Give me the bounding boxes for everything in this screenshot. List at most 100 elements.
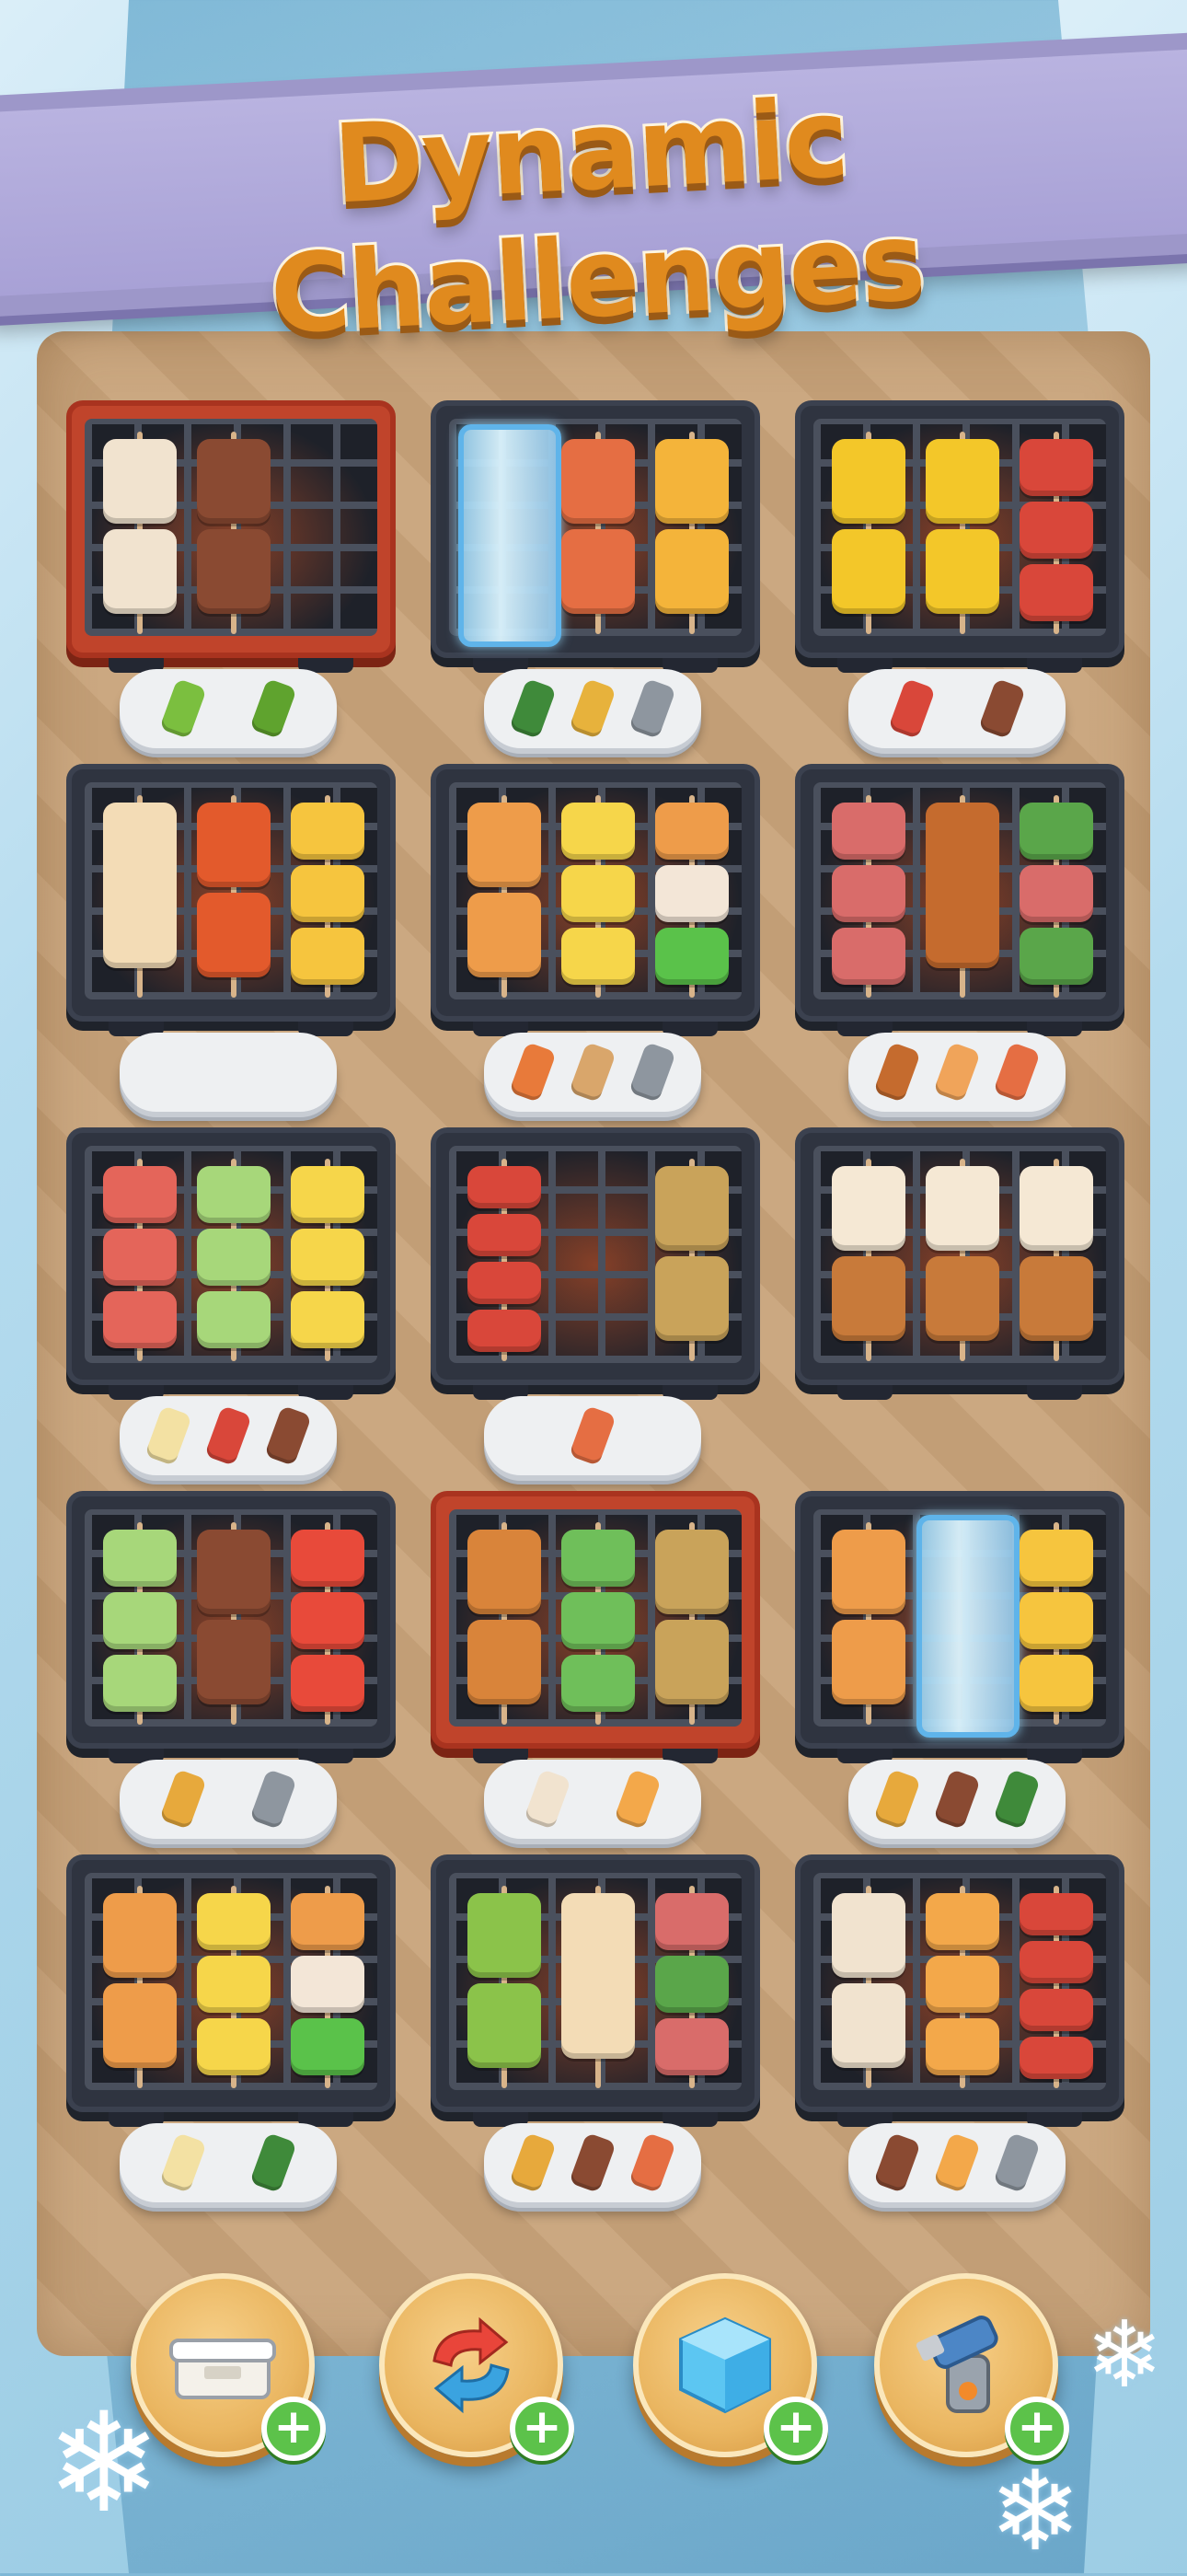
serving-plate[interactable] — [484, 1760, 701, 1839]
grill[interactable] — [795, 400, 1124, 673]
grill-station[interactable] — [431, 1127, 762, 1486]
food-skewer[interactable] — [920, 1159, 1005, 1361]
food-skewer[interactable] — [556, 1522, 640, 1725]
food-piece — [103, 1291, 177, 1348]
grill-station[interactable] — [66, 764, 398, 1123]
grill[interactable] — [66, 764, 396, 1036]
food-skewer[interactable] — [285, 1159, 370, 1361]
serving-plate[interactable] — [484, 669, 701, 748]
food-skewer[interactable] — [191, 1159, 276, 1361]
add-shuffle-button[interactable]: + — [510, 2397, 574, 2461]
serving-plate[interactable] — [484, 2123, 701, 2202]
grill[interactable] — [431, 400, 760, 673]
serving-plate[interactable] — [484, 1396, 701, 1475]
food-skewer[interactable] — [285, 1886, 370, 2088]
grill-station[interactable] — [795, 400, 1126, 759]
food-skewer[interactable] — [920, 795, 1005, 998]
add-ice-cube-button[interactable]: + — [764, 2397, 828, 2461]
serving-plate[interactable] — [120, 1033, 337, 1112]
frozen-skewer[interactable] — [458, 424, 561, 647]
food-skewer[interactable] — [556, 432, 640, 634]
food-skewer[interactable] — [285, 795, 370, 998]
grill-station[interactable] — [795, 1491, 1126, 1850]
food-skewer[interactable] — [191, 432, 276, 634]
food-skewer[interactable] — [556, 1886, 640, 2088]
serving-plate[interactable] — [848, 1033, 1066, 1112]
grill[interactable] — [431, 1127, 760, 1400]
grill-station[interactable] — [795, 1127, 1126, 1486]
food-skewer[interactable] — [826, 1886, 911, 2088]
food-skewer[interactable] — [98, 1522, 182, 1725]
grill[interactable] — [66, 1491, 396, 1763]
food-skewer[interactable] — [1014, 432, 1099, 634]
food-skewer[interactable] — [650, 432, 734, 634]
food-skewer[interactable] — [1014, 1522, 1099, 1725]
food-skewer[interactable] — [920, 1886, 1005, 2088]
food-skewer[interactable] — [826, 1522, 911, 1725]
food-piece — [467, 893, 541, 977]
grill-station[interactable] — [66, 1127, 398, 1486]
hot-grill[interactable] — [431, 1491, 760, 1763]
food-skewer[interactable] — [556, 795, 640, 998]
food-skewer[interactable] — [285, 1522, 370, 1725]
grill[interactable] — [795, 1854, 1124, 2127]
grill-station[interactable] — [66, 400, 398, 759]
food-skewer[interactable] — [650, 1886, 734, 2088]
food-skewer[interactable] — [191, 1522, 276, 1725]
food-skewer[interactable] — [1014, 795, 1099, 998]
food-skewer[interactable] — [920, 432, 1005, 634]
grill-station[interactable] — [431, 1491, 762, 1850]
grill[interactable] — [795, 1127, 1124, 1400]
food-skewer[interactable] — [650, 1522, 734, 1725]
food-skewer[interactable] — [826, 432, 911, 634]
serving-plate[interactable] — [848, 669, 1066, 748]
serving-plate[interactable] — [848, 1760, 1066, 1839]
serving-plate[interactable] — [848, 2123, 1066, 2202]
plate-skewer — [628, 677, 677, 740]
food-skewer[interactable] — [98, 1159, 182, 1361]
food-skewer[interactable] — [826, 1159, 911, 1361]
food-skewer[interactable] — [462, 1159, 547, 1361]
food-skewer[interactable] — [462, 1522, 547, 1725]
grill-station[interactable] — [795, 764, 1126, 1123]
grill-station[interactable] — [795, 1854, 1126, 2213]
powerup-ice-cube-button[interactable]: + — [633, 2273, 828, 2461]
grill[interactable] — [431, 1854, 760, 2127]
food-piece — [1020, 865, 1093, 922]
food-skewer[interactable] — [462, 1886, 547, 2088]
grill[interactable] — [795, 1491, 1124, 1763]
food-piece — [467, 803, 541, 887]
food-skewer[interactable] — [98, 1886, 182, 2088]
add-takeout-box-button[interactable]: + — [261, 2397, 326, 2461]
food-skewer[interactable] — [650, 795, 734, 998]
food-skewer[interactable] — [191, 1886, 276, 2088]
serving-plate[interactable] — [120, 669, 337, 748]
frozen-skewer[interactable] — [916, 1515, 1020, 1738]
hot-grill[interactable] — [66, 400, 396, 673]
serving-plate[interactable] — [120, 1396, 337, 1475]
food-skewer[interactable] — [1014, 1886, 1099, 2088]
grill[interactable] — [431, 764, 760, 1036]
grill[interactable] — [66, 1127, 396, 1400]
grill-station[interactable] — [431, 764, 762, 1123]
food-skewer[interactable] — [462, 795, 547, 998]
grill-station[interactable] — [431, 400, 762, 759]
powerup-torch-button[interactable]: + — [874, 2273, 1069, 2461]
powerup-shuffle-button[interactable]: + — [379, 2273, 574, 2461]
grill[interactable] — [66, 1854, 396, 2127]
grill-station[interactable] — [431, 1854, 762, 2213]
food-skewer[interactable] — [650, 1159, 734, 1361]
snowflake-icon: ❄ — [989, 2448, 1082, 2576]
food-skewer[interactable] — [1014, 1159, 1099, 1361]
grill-station[interactable] — [66, 1854, 398, 2213]
food-skewer[interactable] — [98, 795, 182, 998]
food-skewer[interactable] — [98, 432, 182, 634]
serving-plate[interactable] — [484, 1033, 701, 1112]
grill-station[interactable] — [66, 1491, 398, 1850]
grill[interactable] — [795, 764, 1124, 1036]
serving-plate[interactable] — [120, 2123, 337, 2202]
food-skewer[interactable] — [826, 795, 911, 998]
food-piece — [926, 1893, 999, 1950]
food-skewer[interactable] — [191, 795, 276, 998]
serving-plate[interactable] — [120, 1760, 337, 1839]
